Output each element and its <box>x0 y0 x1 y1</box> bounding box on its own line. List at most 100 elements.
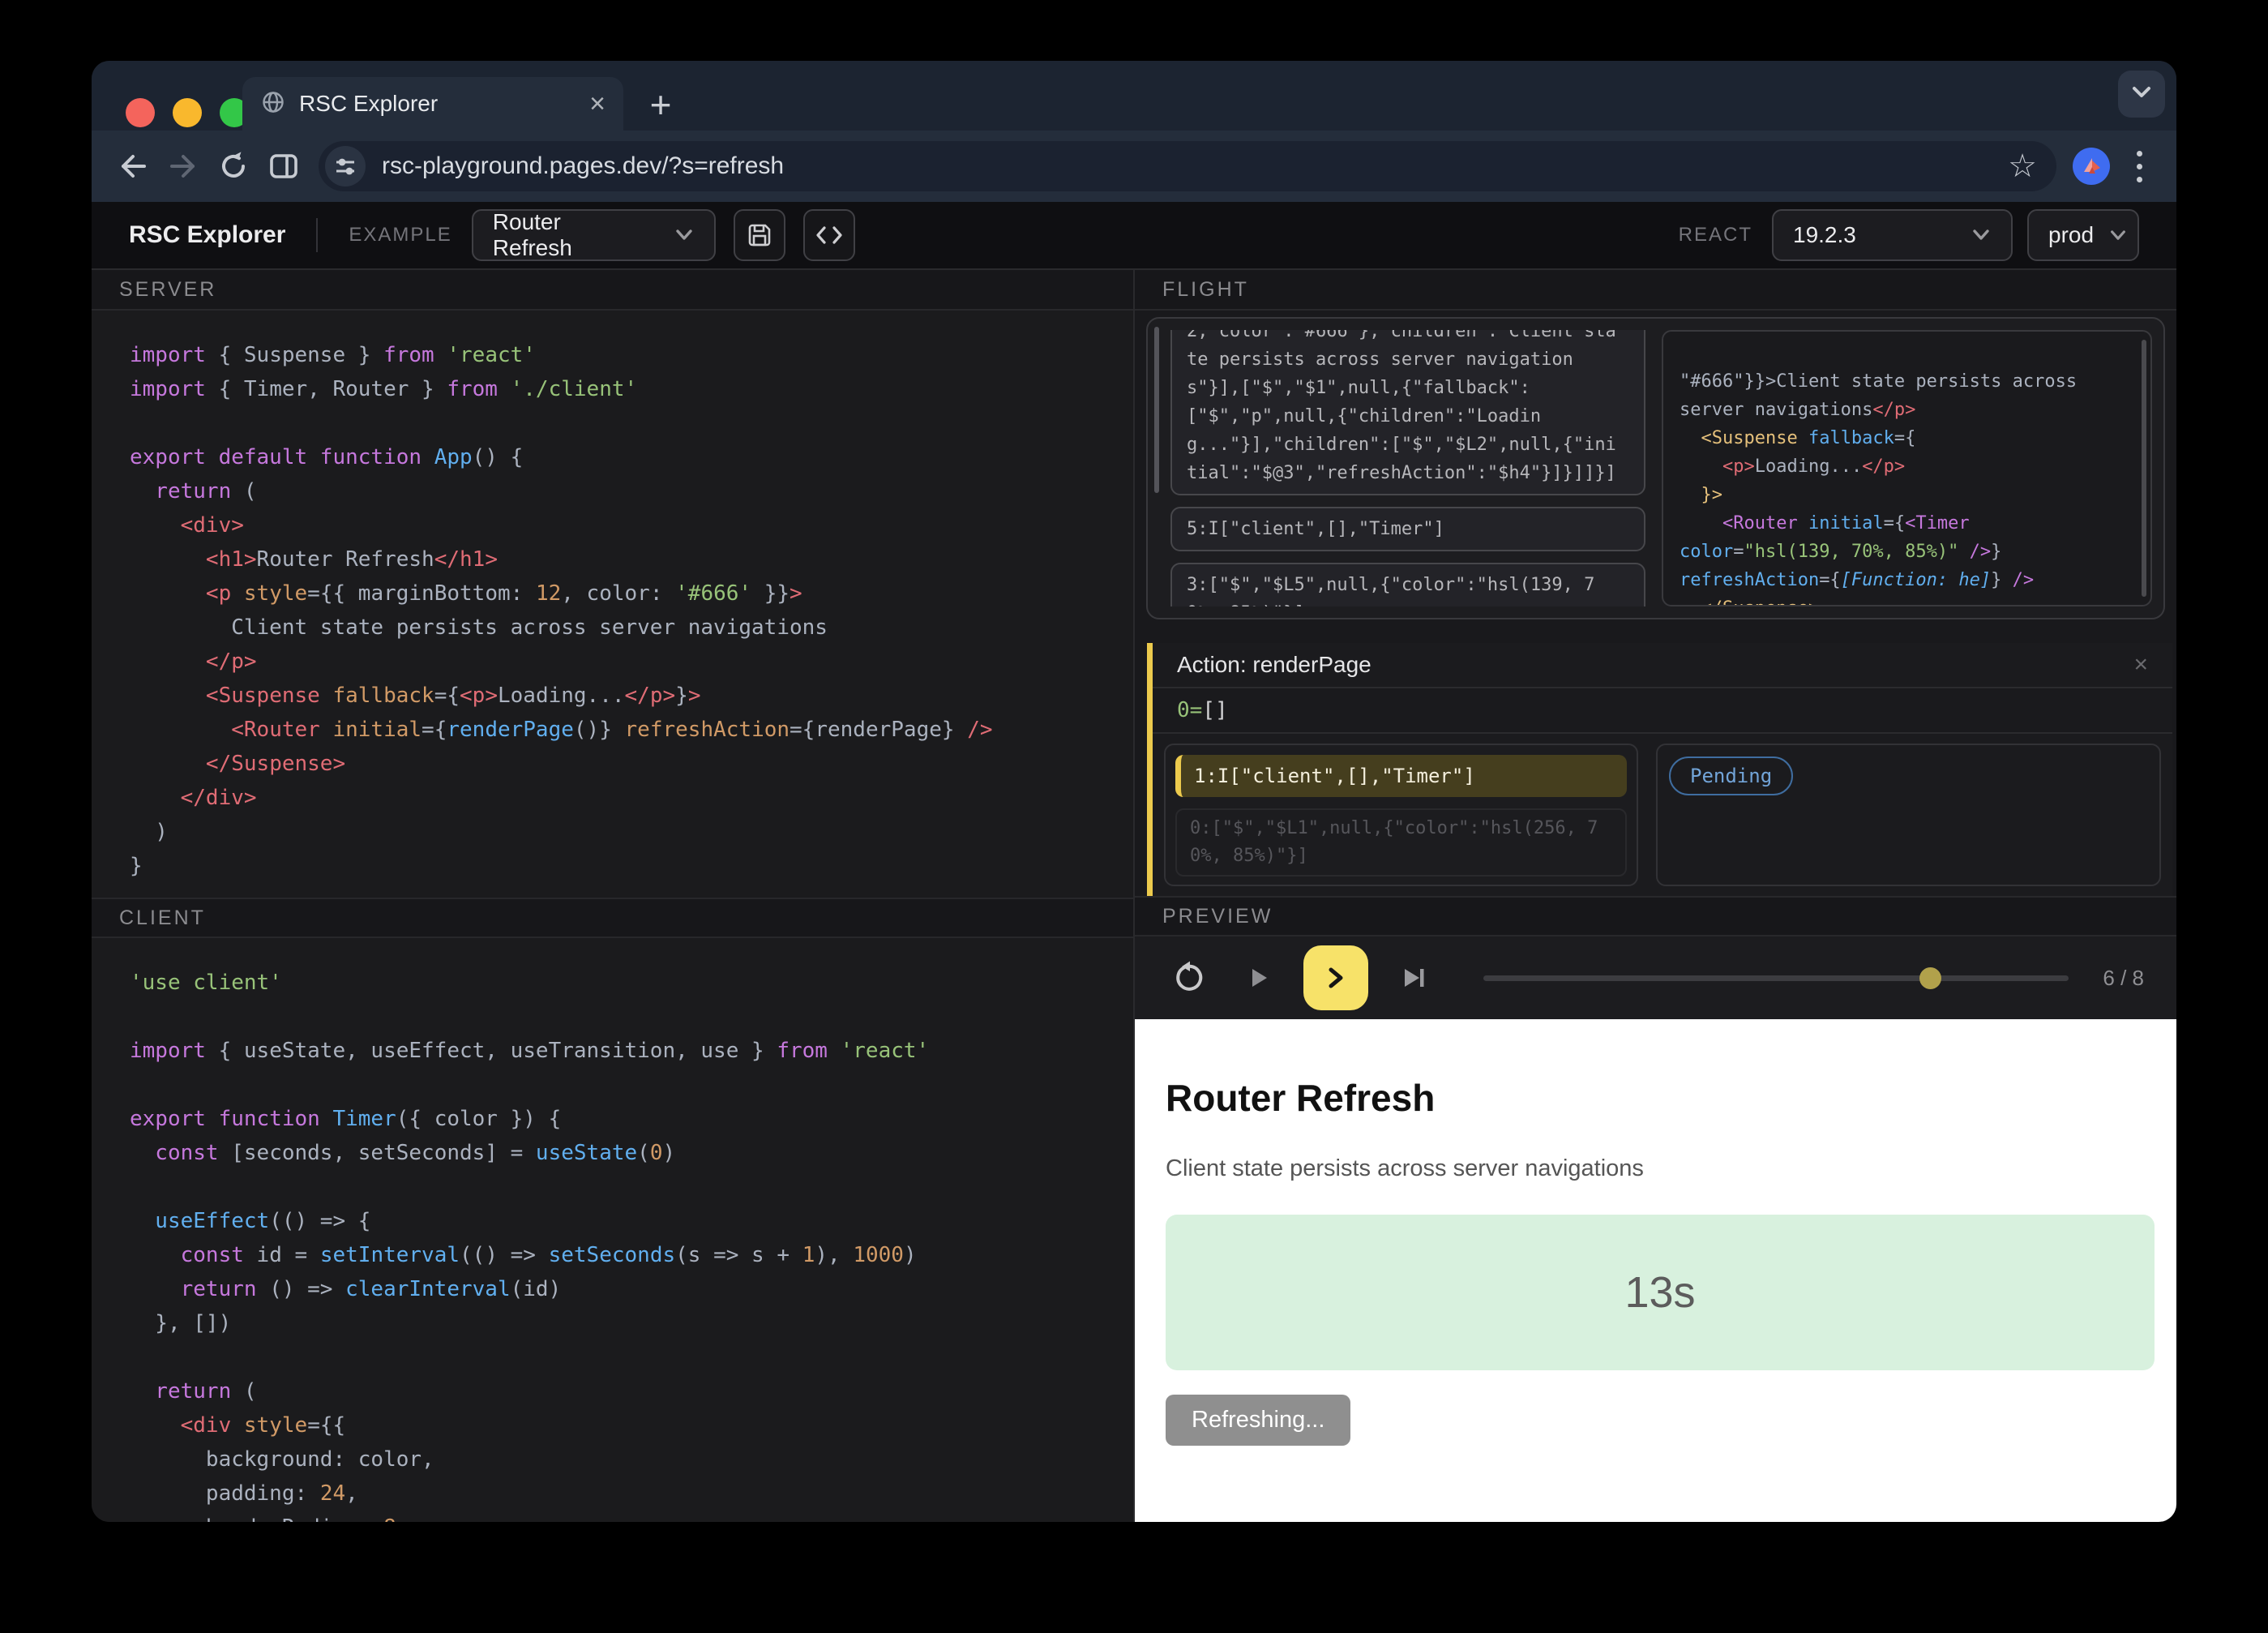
client-code-editor[interactable]: 'use client' import { useState, useEffec… <box>92 938 1133 1522</box>
globe-favicon-icon <box>260 89 286 119</box>
action-chunk-row-dim[interactable]: 0:["$","$L1",null,{"color":"hsl(256, 7 0… <box>1175 808 1627 877</box>
tune-icon <box>332 153 358 179</box>
forward-button[interactable] <box>158 141 208 191</box>
side-panel-icon <box>266 148 302 184</box>
browser-menu-button[interactable] <box>2123 151 2155 182</box>
tab-strip: RSC Explorer × + <box>92 61 2176 131</box>
flight-panel: 2,"color":"#666"},"children":"Client sta… <box>1135 311 2176 627</box>
example-select-value: Router Refresh <box>493 209 646 261</box>
preview-panel-title: PREVIEW <box>1162 905 1273 928</box>
butterfly-logo-icon <box>2078 152 2105 180</box>
example-select[interactable]: Router Refresh <box>472 209 716 261</box>
server-panel-header: SERVER <box>92 270 1133 311</box>
reload-icon <box>216 148 251 184</box>
save-floppy-icon <box>745 221 774 250</box>
tab-search-button[interactable] <box>2118 71 2165 118</box>
back-arrow-icon <box>115 148 151 184</box>
flight-container: 2,"color":"#666"},"children":"Client sta… <box>1146 317 2165 619</box>
action-panel-body: 1:I["client",[],"Timer"] 0:["$","$L1",nu… <box>1153 734 2172 896</box>
flight-panel-header: FLIGHT <box>1135 270 2176 311</box>
url-text[interactable]: rsc-playground.pages.dev/?s=refresh <box>382 152 784 180</box>
skip-end-icon <box>1398 963 1429 992</box>
action-chunk-row-active[interactable]: 1:I["client",[],"Timer"] <box>1175 755 1627 797</box>
preview-subtitle: Client state persists across server navi… <box>1166 1155 2155 1182</box>
close-window-button[interactable] <box>126 98 155 127</box>
action-panel: Action: renderPage × 0= [] 1:I["client",… <box>1147 643 2172 896</box>
bookmark-star-icon[interactable]: ☆ <box>2008 148 2037 185</box>
server-code-editor[interactable]: import { Suspense } from 'react'import {… <box>92 311 1133 898</box>
back-button[interactable] <box>108 141 158 191</box>
timeline-slider[interactable] <box>1483 975 2069 981</box>
right-column: FLIGHT 2,"color":"#666"},"children":"Cli… <box>1135 270 2176 1522</box>
code-brackets-icon <box>814 221 845 249</box>
timer-value: 13s <box>1624 1267 1695 1318</box>
playback-controls: 6 / 8 <box>1135 937 2176 1019</box>
profile-avatar[interactable] <box>2073 148 2110 185</box>
flight-chunk-row[interactable]: 3:["$","$L5",null,{"color":"hsl(139, 7 0… <box>1170 563 1645 606</box>
action-arg-key: 0= <box>1177 698 1202 722</box>
forward-arrow-icon <box>165 148 201 184</box>
react-label: REACT <box>1679 224 1752 246</box>
action-chunk-list[interactable]: 1:I["client",[],"Timer"] 0:["$","$L1",nu… <box>1164 744 1638 886</box>
flight-jsx-view[interactable]: "#666"}}>Client state persists acrossser… <box>1662 330 2152 606</box>
save-button[interactable] <box>734 209 785 261</box>
site-settings-button[interactable] <box>325 146 366 186</box>
browser-window: RSC Explorer × + <box>92 61 2176 1522</box>
preview-heading: Router Refresh <box>1166 1076 2155 1120</box>
flight-panel-title: FLIGHT <box>1162 278 1249 302</box>
preview-panel-header: PREVIEW <box>1135 896 2176 937</box>
share-code-button[interactable] <box>803 209 855 261</box>
example-label: EXAMPLE <box>349 224 451 246</box>
client-panel-header: CLIENT <box>92 898 1133 938</box>
chevron-right-icon <box>1323 963 1349 992</box>
play-button[interactable] <box>1235 955 1281 1001</box>
react-version-value: 19.2.3 <box>1793 222 1856 248</box>
window-controls <box>126 98 249 127</box>
build-mode-value: prod <box>2048 222 2094 248</box>
flight-cards-scrollbar[interactable] <box>1154 327 1159 493</box>
restart-button[interactable] <box>1167 955 1213 1001</box>
restart-icon <box>1173 961 1207 995</box>
action-title: Action: renderPage <box>1177 652 1371 678</box>
flight-chunk-row[interactable]: 2,"color":"#666"},"children":"Client sta… <box>1170 330 1645 495</box>
skip-to-end-button[interactable] <box>1391 955 1436 1001</box>
action-panel-header: Action: renderPage × <box>1153 643 2172 688</box>
tab-title: RSC Explorer <box>299 91 438 117</box>
url-bar[interactable]: rsc-playground.pages.dev/?s=refresh ☆ <box>319 141 2056 191</box>
step-counter: 6 / 8 <box>2103 966 2144 991</box>
tab-close-icon[interactable]: × <box>589 90 606 118</box>
chevron-down-icon <box>646 228 695 242</box>
app-title: RSC Explorer <box>129 221 285 249</box>
react-version-select[interactable]: 19.2.3 <box>1772 209 2013 261</box>
action-args-row: 0= [] <box>1153 688 2172 734</box>
left-column: SERVER import { Suspense } from 'react'i… <box>92 270 1135 1522</box>
minimize-window-button[interactable] <box>173 98 202 127</box>
chevron-down-icon <box>2129 84 2154 105</box>
step-forward-button[interactable] <box>1303 945 1368 1010</box>
app-header: RSC Explorer EXAMPLE Router Refresh REAC… <box>92 202 2176 270</box>
flight-chunk-row[interactable]: 5:I["client",[],"Timer"] <box>1170 507 1645 551</box>
client-panel-title: CLIENT <box>119 907 206 930</box>
build-mode-select[interactable]: prod <box>2027 209 2139 261</box>
server-panel-title: SERVER <box>119 278 216 302</box>
flight-chunk-list[interactable]: 2,"color":"#666"},"children":"Client sta… <box>1170 330 1645 606</box>
browser-tab[interactable]: RSC Explorer × <box>242 77 623 131</box>
action-result-box: Pending <box>1656 744 2161 886</box>
status-badge: Pending <box>1669 756 1793 795</box>
slider-handle[interactable] <box>1919 967 1941 989</box>
play-icon <box>1243 963 1273 992</box>
preview-render-area: Router Refresh Client state persists acr… <box>1135 1019 2176 1522</box>
side-panel-button[interactable] <box>259 141 309 191</box>
main-content: SERVER import { Suspense } from 'react'i… <box>92 270 2176 1522</box>
chevron-down-icon <box>1943 228 1992 242</box>
timer-box: 13s <box>1166 1215 2155 1370</box>
action-arg-value: [] <box>1202 698 1227 722</box>
reload-button[interactable] <box>208 141 259 191</box>
chevron-down-icon <box>2094 229 2128 242</box>
browser-toolbar: rsc-playground.pages.dev/?s=refresh ☆ <box>92 131 2176 202</box>
refresh-button[interactable]: Refreshing... <box>1166 1395 1350 1446</box>
new-tab-button[interactable]: + <box>640 84 682 126</box>
flight-jsx-scrollbar[interactable] <box>2142 340 2146 597</box>
header-divider <box>316 218 318 252</box>
close-icon[interactable]: × <box>2133 651 2148 679</box>
